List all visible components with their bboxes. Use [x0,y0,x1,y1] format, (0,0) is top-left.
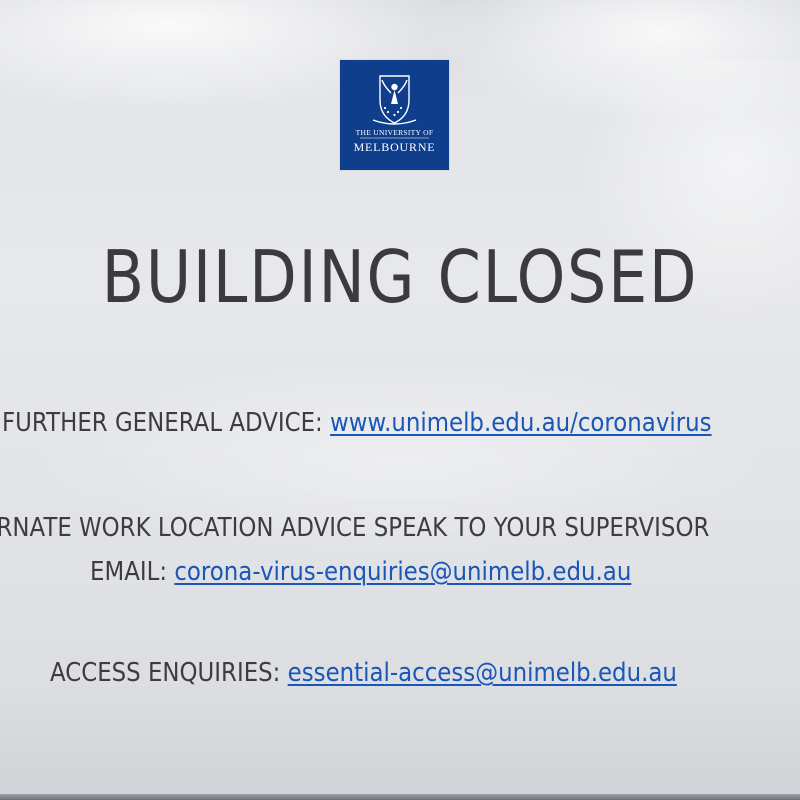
access-label: ACCESS ENQUIRIES: [50,658,288,688]
access-link[interactable]: essential-access@unimelb.edu.au [288,658,677,688]
logo-text-melbourne: MELBOURNE [353,140,436,154]
photo: THE UNIVERSITY OF MELBOURNE BUILDING CLO… [0,0,800,800]
access-line: ACCESS ENQUIRIES: essential-access@unime… [50,657,677,689]
logo-text-small: THE UNIVERSITY OF [355,128,434,137]
headline-building-closed: BUILDING CLOSED [101,235,699,319]
university-logo: THE UNIVERSITY OF MELBOURNE [340,60,449,170]
email-link[interactable]: corona-virus-enquiries@unimelb.edu.au [174,557,631,587]
work-location-line: ERNATE WORK LOCATION ADVICE SPEAK TO YOU… [0,513,710,543]
sign-bottom-edge [0,794,800,800]
advice-label: FURTHER GENERAL ADVICE: [2,408,331,438]
advice-link[interactable]: www.unimelb.edu.au/coronavirus [330,408,712,438]
glare-reflection [430,0,800,120]
advice-line: FURTHER GENERAL ADVICE: www.unimelb.edu.… [2,407,712,439]
email-line: EMAIL: corona-virus-enquiries@unimelb.ed… [90,556,631,588]
email-label: EMAIL: [90,557,175,587]
